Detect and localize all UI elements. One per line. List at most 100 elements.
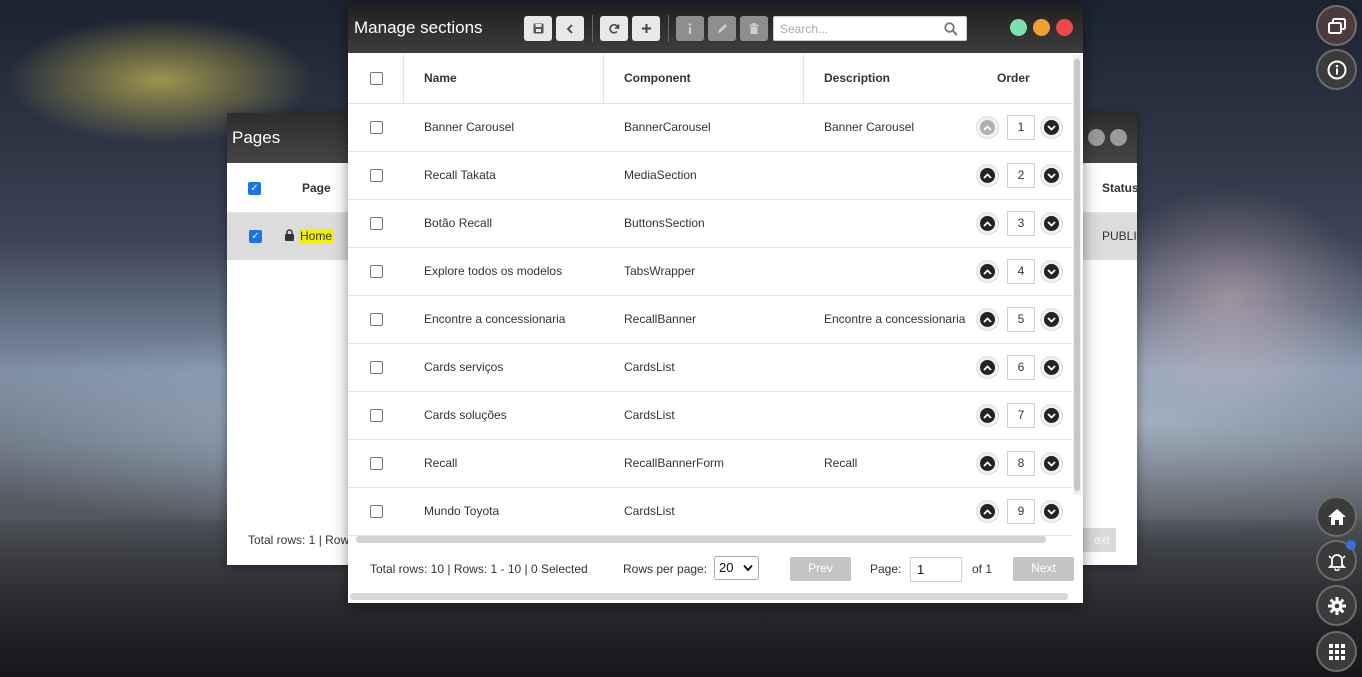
chevron-down-icon — [1044, 504, 1059, 519]
row-checkbox[interactable] — [370, 265, 383, 278]
home-button[interactable] — [1316, 496, 1357, 537]
table-row[interactable]: Botão Recall ButtonsSection 3 — [348, 200, 1073, 248]
chevron-up-icon — [980, 360, 995, 375]
move-up-button[interactable] — [976, 404, 999, 427]
window-dot-icon[interactable] — [1110, 129, 1127, 146]
section-order-value[interactable]: 4 — [1007, 259, 1035, 284]
search-input[interactable] — [774, 17, 939, 40]
page-name-link[interactable]: Home — [299, 229, 334, 243]
settings-button[interactable] — [1316, 585, 1357, 626]
chevron-up-icon — [980, 120, 995, 135]
edit-button[interactable] — [708, 16, 736, 41]
column-header-name[interactable]: Name — [424, 53, 457, 103]
horizontal-scrollbar[interactable] — [356, 536, 1046, 543]
move-up-button[interactable] — [976, 452, 999, 475]
back-button[interactable] — [556, 16, 584, 41]
move-up-button[interactable] — [976, 164, 999, 187]
section-component: CardsList — [624, 504, 675, 518]
chevron-up-icon — [980, 168, 995, 183]
row-checkbox[interactable] — [370, 409, 383, 422]
column-header-status[interactable]: Status — [1102, 181, 1139, 195]
add-button[interactable] — [632, 16, 660, 41]
vertical-scrollbar[interactable] — [1073, 55, 1081, 495]
column-header-page[interactable]: Page — [302, 181, 331, 195]
save-button[interactable] — [524, 16, 552, 41]
apps-button[interactable] — [1316, 631, 1357, 672]
refresh-button[interactable] — [600, 16, 628, 41]
table-row[interactable]: Cards serviços CardsList 6 — [348, 344, 1073, 392]
save-icon — [533, 23, 543, 34]
delete-button[interactable] — [740, 16, 768, 41]
column-header-description[interactable]: Description — [824, 53, 890, 103]
pages-next-button[interactable]: ext — [1082, 528, 1116, 552]
table-row[interactable]: Mundo Toyota CardsList 9 — [348, 488, 1073, 536]
section-order-value[interactable]: 1 — [1007, 115, 1035, 140]
prev-button[interactable]: Prev — [790, 557, 851, 581]
move-down-button[interactable] — [1040, 164, 1063, 187]
move-down-button[interactable] — [1040, 260, 1063, 283]
table-row[interactable]: Recall RecallBannerForm Recall 8 — [348, 440, 1073, 488]
windows-button[interactable] — [1316, 5, 1357, 46]
section-component: RecallBanner — [624, 312, 697, 326]
next-button[interactable]: Next — [1013, 557, 1074, 581]
column-header-order[interactable]: Order — [997, 53, 1030, 103]
table-row[interactable]: Encontre a concessionaria RecallBanner Enc… — [348, 296, 1073, 344]
chevron-up-icon — [980, 264, 995, 279]
move-down-button[interactable] — [1040, 500, 1063, 523]
row-checkbox[interactable] — [370, 121, 383, 134]
section-description: Encontre a concessionaria — [824, 312, 966, 326]
row-checkbox[interactable] — [370, 313, 383, 326]
row-checkbox[interactable] — [370, 361, 383, 374]
move-up-button[interactable] — [976, 116, 999, 139]
chevron-down-icon — [1044, 168, 1059, 183]
section-order-value[interactable]: 7 — [1007, 403, 1035, 428]
select-all-checkbox[interactable] — [370, 72, 383, 85]
maximize-window-dot[interactable] — [1033, 19, 1050, 36]
table-row[interactable]: Banner Carousel BannerCarousel Banner Caro… — [348, 104, 1073, 152]
section-order-value[interactable]: 5 — [1007, 307, 1035, 332]
select-all-checkbox[interactable]: ✓ — [248, 182, 261, 195]
move-down-button[interactable] — [1040, 116, 1063, 139]
move-up-button[interactable] — [976, 308, 999, 331]
section-order-value[interactable]: 3 — [1007, 211, 1035, 236]
move-down-button[interactable] — [1040, 212, 1063, 235]
row-checkbox[interactable] — [370, 457, 383, 470]
row-checkbox[interactable]: ✓ — [249, 230, 262, 243]
section-order-value[interactable]: 8 — [1007, 451, 1035, 476]
manage-sections-titlebar[interactable]: Manage sections — [348, 3, 1083, 53]
move-up-button[interactable] — [976, 260, 999, 283]
move-up-button[interactable] — [976, 212, 999, 235]
section-order-value[interactable]: 6 — [1007, 355, 1035, 380]
row-checkbox[interactable] — [370, 217, 383, 230]
plus-icon — [641, 24, 651, 33]
move-down-button[interactable] — [1040, 404, 1063, 427]
info-button[interactable] — [1316, 49, 1357, 90]
table-row[interactable]: Cards soluções CardsList 7 — [348, 392, 1073, 440]
row-checkbox[interactable] — [370, 505, 383, 518]
page-status: PUBLI — [1102, 229, 1137, 243]
move-down-button[interactable] — [1040, 452, 1063, 475]
page-number-input[interactable]: 1 — [910, 557, 962, 582]
table-row[interactable]: Recall Takata MediaSection 2 — [348, 152, 1073, 200]
footer-scrollbar[interactable] — [350, 593, 1068, 600]
move-up-button[interactable] — [976, 356, 999, 379]
window-dot-icon[interactable] — [1088, 129, 1105, 146]
chevron-down-icon — [1044, 120, 1059, 135]
column-header-component[interactable]: Component — [624, 53, 691, 103]
chevron-down-icon — [1044, 408, 1059, 423]
table-row[interactable]: Explore todos os modelos TabsWrapper 4 — [348, 248, 1073, 296]
minimize-window-dot[interactable] — [1010, 19, 1027, 36]
close-window-dot[interactable] — [1056, 19, 1073, 36]
toolbar-separator — [592, 15, 593, 42]
move-up-button[interactable] — [976, 500, 999, 523]
vertical-scrollbar-thumb[interactable] — [1074, 59, 1080, 491]
info-button[interactable] — [676, 16, 704, 41]
row-checkbox[interactable] — [370, 169, 383, 182]
section-order-value[interactable]: 2 — [1007, 163, 1035, 188]
move-down-button[interactable] — [1040, 308, 1063, 331]
section-order-value[interactable]: 9 — [1007, 499, 1035, 524]
footer-summary: Total rows: 10 | Rows: 1 - 10 | 0 Select… — [370, 562, 588, 576]
rows-per-page-select[interactable]: 20 — [714, 556, 759, 580]
move-down-button[interactable] — [1040, 356, 1063, 379]
search-icon[interactable] — [944, 22, 958, 36]
